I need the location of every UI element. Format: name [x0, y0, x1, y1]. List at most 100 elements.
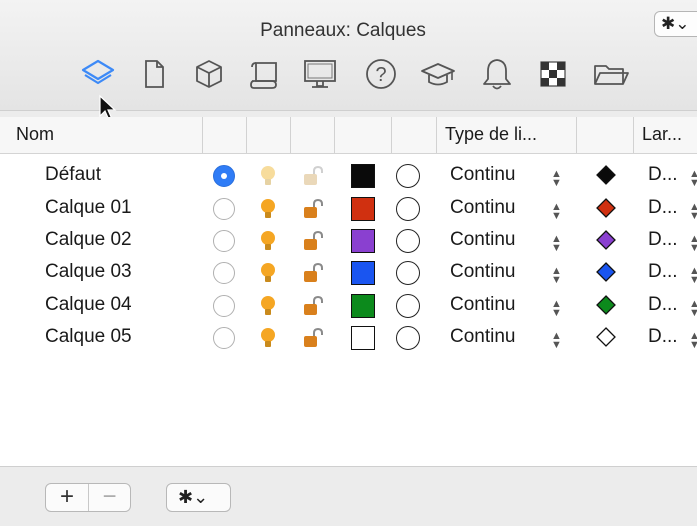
table-row[interactable]: Défaut Continu ▲ ▼ D... ▲ ▼ — [0, 159, 697, 191]
column-header-lock[interactable] — [291, 117, 335, 153]
marker-circle[interactable] — [396, 164, 420, 188]
bulb-on-icon[interactable] — [258, 326, 278, 350]
line-width-stepper-icon[interactable]: ▲ ▼ — [689, 289, 697, 321]
line-width-value[interactable]: D... — [648, 256, 678, 288]
table-row[interactable]: Calque 02 Continu ▲ ▼ D... ▲ ▼ — [0, 224, 697, 256]
layer-name: Calque 03 — [45, 261, 132, 282]
line-color-diamond[interactable] — [596, 198, 616, 218]
marker-circle[interactable] — [396, 197, 420, 221]
active-layer-radio[interactable] — [213, 327, 235, 349]
column-header-visibility[interactable] — [247, 117, 291, 153]
line-width-stepper-icon[interactable]: ▲ ▼ — [689, 224, 697, 256]
unlock-icon[interactable] — [301, 165, 325, 187]
panel-footer: + − ✱⌄ — [0, 466, 697, 526]
line-color-diamond[interactable] — [596, 295, 616, 315]
column-header-line-color[interactable] — [577, 117, 634, 153]
lock-icon[interactable] — [301, 262, 325, 284]
line-type-stepper-icon[interactable]: ▲ ▼ — [551, 256, 562, 288]
monitor-icon — [304, 60, 336, 88]
table-row[interactable]: Calque 04 Continu ▲ ▼ D... ▲ ▼ — [0, 289, 697, 321]
active-layer-radio[interactable] — [213, 198, 235, 220]
layer-color-swatch[interactable] — [351, 229, 375, 253]
line-width-value[interactable]: D... — [648, 289, 678, 321]
table-row[interactable]: Calque 01 Continu ▲ ▼ D... ▲ ▼ — [0, 192, 697, 224]
line-width-stepper-icon[interactable]: ▲ ▼ — [689, 321, 697, 353]
column-header-marker[interactable] — [392, 117, 437, 153]
line-width-stepper-icon[interactable]: ▲ ▼ — [689, 256, 697, 288]
active-layer-radio[interactable] — [213, 165, 235, 187]
line-type-stepper-icon[interactable]: ▲ ▼ — [551, 192, 562, 224]
line-color-diamond[interactable] — [596, 262, 616, 282]
active-layer-radio[interactable] — [213, 262, 235, 284]
line-type-value[interactable]: Continu — [450, 159, 516, 191]
graduation-cap-icon — [421, 63, 455, 86]
line-color-diamond[interactable] — [596, 165, 616, 185]
folder-icon — [594, 65, 629, 85]
active-layer-radio[interactable] — [213, 295, 235, 317]
table-row[interactable]: Calque 03 Continu ▲ ▼ D... ▲ ▼ — [0, 256, 697, 288]
line-type-value[interactable]: Continu — [450, 289, 516, 321]
add-remove-segmented: + − — [45, 483, 131, 512]
column-header-width[interactable]: Lar... — [634, 117, 697, 153]
line-type-stepper-icon[interactable]: ▲ ▼ — [551, 224, 562, 256]
layer-color-swatch[interactable] — [351, 261, 375, 285]
line-width-value[interactable]: D... — [648, 192, 678, 224]
bulb-off-icon[interactable] — [258, 164, 278, 188]
remove-layer-button[interactable]: − — [89, 484, 130, 511]
lock-icon[interactable] — [301, 198, 325, 220]
line-type-stepper-icon[interactable]: ▲ ▼ — [551, 289, 562, 321]
bulb-on-icon[interactable] — [258, 294, 278, 318]
table-header: Nom Type de li... Lar... — [0, 117, 697, 154]
line-width-stepper-icon[interactable]: ▲ ▼ — [689, 159, 697, 191]
tab-folder[interactable] — [591, 54, 631, 94]
line-color-diamond[interactable] — [596, 230, 616, 250]
line-width-value[interactable]: D... — [648, 224, 678, 256]
bulb-on-icon[interactable] — [258, 261, 278, 285]
lock-icon[interactable] — [301, 230, 325, 252]
line-type-value[interactable]: Continu — [450, 192, 516, 224]
column-header-line-type[interactable]: Type de li... — [437, 117, 577, 153]
tab-checker[interactable] — [533, 54, 573, 94]
line-width-value[interactable]: D... — [648, 159, 678, 191]
layer-color-swatch[interactable] — [351, 326, 375, 350]
tab-display[interactable] — [300, 54, 340, 94]
tab-notifications[interactable] — [477, 54, 517, 94]
layer-color-swatch[interactable] — [351, 294, 375, 318]
layer-color-swatch[interactable] — [351, 197, 375, 221]
tab-scroll[interactable] — [244, 54, 284, 94]
tab-layers[interactable] — [78, 54, 118, 94]
cube-icon — [196, 60, 222, 88]
line-type-stepper-icon[interactable]: ▲ ▼ — [551, 321, 562, 353]
line-type-value[interactable]: Continu — [450, 256, 516, 288]
tab-help[interactable]: ? — [361, 54, 401, 94]
marker-circle[interactable] — [396, 261, 420, 285]
line-width-stepper-icon[interactable]: ▲ ▼ — [689, 192, 697, 224]
checkerboard-icon — [540, 61, 566, 87]
add-layer-button[interactable]: + — [46, 484, 89, 511]
layer-color-swatch[interactable] — [351, 164, 375, 188]
line-type-value[interactable]: Continu — [450, 321, 516, 353]
column-header-color[interactable] — [335, 117, 392, 153]
bulb-on-icon[interactable] — [258, 229, 278, 253]
line-width-value[interactable]: D... — [648, 321, 678, 353]
panel-titlebar: Panneaux: Calques ✱⌄ ? — [0, 0, 697, 121]
bulb-on-icon[interactable] — [258, 197, 278, 221]
marker-circle[interactable] — [396, 229, 420, 253]
marker-circle[interactable] — [396, 294, 420, 318]
tab-page[interactable] — [134, 54, 174, 94]
panel-title: Panneaux: Calques — [260, 20, 426, 41]
table-row[interactable]: Calque 05 Continu ▲ ▼ D... ▲ ▼ — [0, 321, 697, 353]
line-type-value[interactable]: Continu — [450, 224, 516, 256]
lock-icon[interactable] — [301, 327, 325, 349]
column-header-active[interactable] — [203, 117, 247, 153]
gear-menu-button[interactable]: ✱⌄ — [654, 11, 697, 37]
footer-gear-menu-button[interactable]: ✱⌄ — [166, 483, 231, 512]
marker-circle[interactable] — [396, 326, 420, 350]
tab-3d[interactable] — [189, 54, 229, 94]
line-type-stepper-icon[interactable]: ▲ ▼ — [551, 159, 562, 191]
column-header-name[interactable]: Nom — [0, 117, 203, 153]
active-layer-radio[interactable] — [213, 230, 235, 252]
lock-icon[interactable] — [301, 295, 325, 317]
line-color-diamond[interactable] — [596, 327, 616, 347]
tab-learn[interactable] — [418, 54, 458, 94]
